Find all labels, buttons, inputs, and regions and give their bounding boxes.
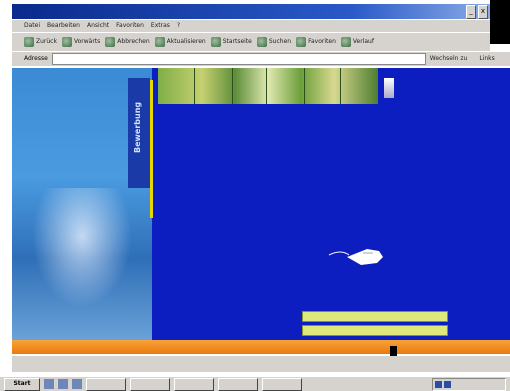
- orange-nav-bar: [12, 340, 510, 354]
- taskbar: Start: [0, 376, 510, 391]
- refresh-icon: [154, 37, 165, 47]
- favorites-button[interactable]: Favoriten: [296, 37, 336, 47]
- back-button[interactable]: Zurück: [24, 37, 57, 47]
- forward-label: Vorwärts: [73, 38, 101, 45]
- address-label: Adresse: [24, 55, 48, 62]
- go-button[interactable]: Wechseln zu: [430, 55, 468, 63]
- back-arrow-icon: [24, 37, 34, 47]
- web-page: Bewerbung: [12, 68, 510, 340]
- header-photo-strip: [158, 68, 378, 104]
- text-field-2[interactable]: [302, 325, 448, 336]
- window-title: [26, 7, 406, 16]
- mouse-cursor-icon: [390, 346, 397, 356]
- content-link-4[interactable]: [204, 214, 464, 222]
- text-field-1[interactable]: [302, 311, 448, 322]
- forward-arrow-icon: [61, 37, 72, 47]
- logo-text-line2: [400, 90, 490, 98]
- quicklaunch-outlook-icon[interactable]: [72, 379, 82, 389]
- links-button[interactable]: Links: [479, 55, 494, 63]
- form-label: [244, 288, 324, 296]
- hand-cursor-arrow-icon: [328, 249, 383, 265]
- refresh-button[interactable]: Aktualisieren: [154, 37, 206, 47]
- history-button[interactable]: Verlauf: [340, 37, 374, 47]
- page-heading: [227, 138, 447, 148]
- taskbar-button-1[interactable]: [86, 377, 126, 391]
- taskbar-button-3[interactable]: [174, 377, 214, 391]
- home-button[interactable]: Startseite: [210, 37, 252, 47]
- back-label: Zurück: [36, 38, 57, 45]
- vertical-section-label: Bewerbung: [133, 101, 142, 153]
- stop-button[interactable]: Abbrechen: [105, 37, 150, 47]
- close-button[interactable]: x: [478, 5, 488, 19]
- history-icon: [340, 37, 351, 47]
- menu-item-view[interactable]: Ansicht: [87, 22, 109, 30]
- history-label: Verlauf: [352, 38, 374, 45]
- home-icon: [210, 37, 221, 47]
- system-corner-box: [490, 0, 510, 44]
- yellow-divider-line: [150, 80, 153, 218]
- favorites-label: Favoriten: [308, 38, 336, 45]
- star-icon: [296, 37, 307, 47]
- toolbar: Zurück Vorwärts Abbrechen Aktualisieren …: [12, 33, 490, 51]
- content-link-1[interactable]: [204, 168, 404, 176]
- stop-icon: [105, 37, 116, 47]
- address-bar: Adresse Wechseln zu Links: [12, 52, 510, 66]
- search-button[interactable]: Suchen: [256, 37, 292, 47]
- home-label: Startseite: [222, 38, 252, 45]
- refresh-label: Aktualisieren: [166, 38, 206, 45]
- search-icon: [256, 37, 267, 47]
- quicklaunch-ie-icon[interactable]: [44, 379, 54, 389]
- search-label: Suchen: [268, 38, 292, 45]
- stop-label: Abbrechen: [117, 38, 150, 45]
- menu-item-help[interactable]: ?: [177, 22, 180, 30]
- menu-item-favorites[interactable]: Favoriten: [116, 22, 144, 30]
- tray-network-icon[interactable]: [435, 380, 442, 388]
- menu-bar: Datei Bearbeiten Ansicht Favoriten Extra…: [12, 20, 490, 32]
- tray-volume-icon[interactable]: [444, 380, 451, 388]
- field2-label: [244, 327, 294, 335]
- taskbar-button-5[interactable]: [262, 377, 302, 391]
- forward-button[interactable]: Vorwärts: [61, 37, 101, 47]
- window-controls: _ x: [466, 5, 488, 19]
- system-tray: [432, 377, 506, 391]
- menu-item-edit[interactable]: Bearbeiten: [47, 22, 80, 30]
- left-photo-highlight: [32, 188, 132, 308]
- logo-text-line1: [400, 80, 490, 88]
- content-link-2[interactable]: [217, 179, 397, 187]
- start-button[interactable]: Start: [4, 377, 40, 391]
- status-bar: [12, 356, 510, 372]
- taskbar-button-2[interactable]: [130, 377, 170, 391]
- minimize-button[interactable]: _: [466, 5, 476, 19]
- menu-item-tools[interactable]: Extras: [151, 22, 170, 30]
- taskbar-button-4[interactable]: [218, 377, 258, 391]
- logo-mark-icon: [384, 78, 394, 98]
- quicklaunch-desktop-icon[interactable]: [58, 379, 68, 389]
- address-input[interactable]: [51, 53, 426, 65]
- content-link-3[interactable]: [204, 196, 454, 204]
- field1-label: [244, 313, 294, 321]
- status-zone: [440, 360, 500, 368]
- menu-item-file[interactable]: Datei: [24, 22, 40, 30]
